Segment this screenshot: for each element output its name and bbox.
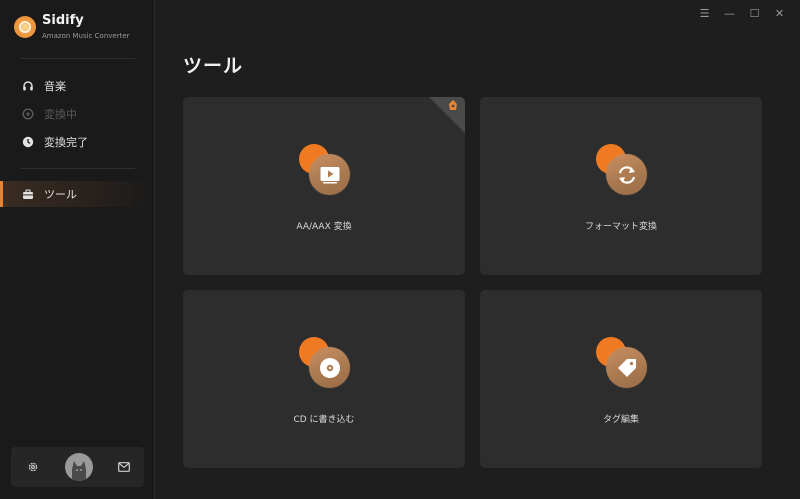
sidebar-divider: [20, 168, 135, 169]
sidebar-item-tools[interactable]: ツール: [0, 181, 155, 207]
gear-icon[interactable]: [27, 461, 39, 473]
sidebar-item-label: ツール: [44, 188, 77, 201]
refresh-icon: [606, 154, 647, 195]
brand-logo-icon: [14, 16, 36, 38]
mail-icon[interactable]: [118, 462, 130, 472]
brand-subtitle: Amazon Music Converter: [42, 32, 130, 40]
sidebar-item-label: 変換中: [44, 108, 77, 121]
tool-card-label: CD に書き込む: [293, 415, 355, 425]
tool-card-aa-aax[interactable]: AA/AAX 変換: [183, 97, 465, 275]
tool-card-label: AA/AAX 変換: [296, 222, 352, 232]
tool-card-tag-edit[interactable]: タグ編集: [480, 290, 762, 468]
window-controls: ☰ — ☐ ✕: [698, 5, 786, 21]
tool-card-label: タグ編集: [602, 415, 639, 425]
cd-icon: [309, 347, 350, 388]
premium-badge-icon: [429, 97, 465, 133]
sidebar-item-converted[interactable]: 変換完了: [0, 129, 155, 155]
close-button[interactable]: ✕: [773, 5, 786, 21]
brand: Sidify Amazon Music Converter: [14, 13, 130, 40]
tool-card-cd-burn[interactable]: CD に書き込む: [183, 290, 465, 468]
sidebar-item-label: 音楽: [44, 80, 66, 93]
minimize-button[interactable]: —: [723, 5, 736, 21]
sidebar: Sidify Amazon Music Converter 音楽 変換中 変換完…: [0, 0, 155, 499]
sidebar-item-label: 変換完了: [44, 136, 88, 149]
converting-icon: [22, 108, 34, 120]
brand-name: Sidify: [42, 13, 84, 28]
headphones-icon: [22, 80, 34, 92]
menu-icon[interactable]: ☰: [698, 5, 711, 21]
sidebar-item-converting[interactable]: 変換中: [0, 101, 155, 127]
maximize-button[interactable]: ☐: [748, 5, 761, 21]
tool-card-label: フォーマット変換: [584, 222, 657, 232]
page-title: ツール: [183, 55, 244, 77]
tool-card-format-convert[interactable]: フォーマット変換: [480, 97, 762, 275]
sidebar-bottom-bar: [11, 447, 144, 487]
clock-icon: [22, 136, 34, 148]
video-play-icon: [309, 154, 350, 195]
toolbox-icon: [22, 188, 34, 200]
sidebar-item-music[interactable]: 音楽: [0, 73, 155, 99]
sidebar-divider: [20, 58, 135, 59]
avatar-icon[interactable]: [64, 453, 93, 481]
tag-icon: [606, 347, 647, 388]
